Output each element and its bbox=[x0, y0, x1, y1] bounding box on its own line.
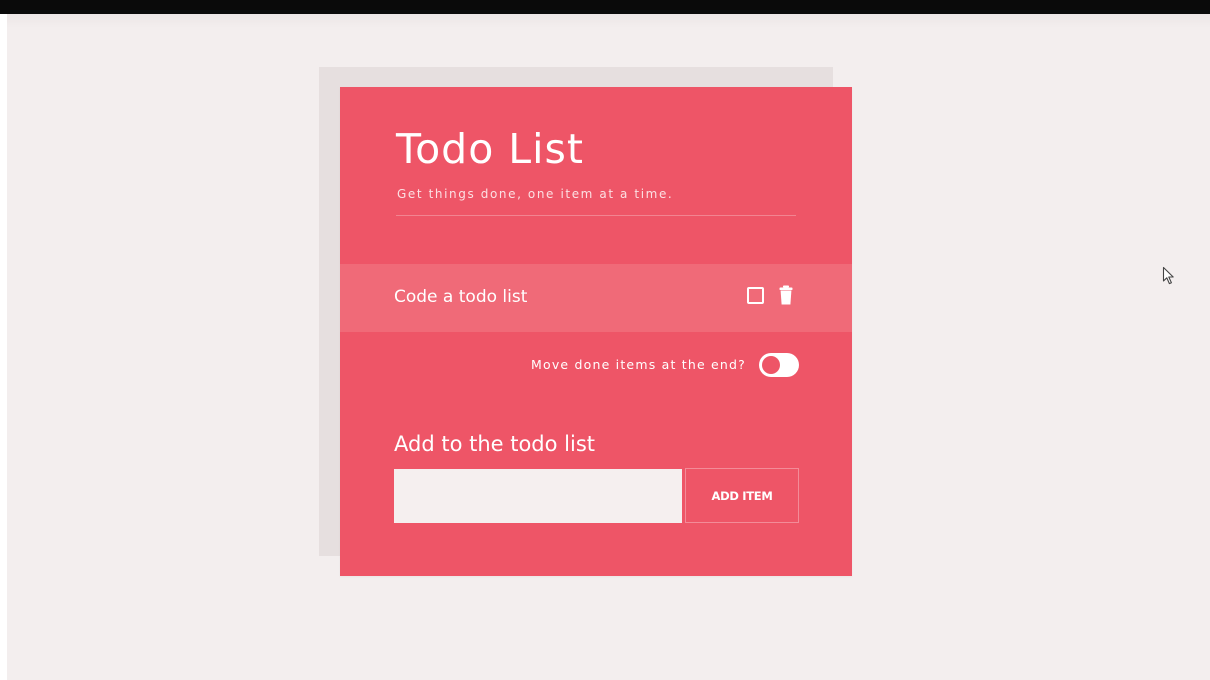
page-subtitle: Get things done, one item at a time. bbox=[397, 187, 674, 201]
checkbox-icon[interactable] bbox=[747, 287, 764, 304]
page-title: Todo List bbox=[396, 125, 584, 173]
header-divider bbox=[396, 215, 796, 216]
add-item-heading: Add to the todo list bbox=[394, 432, 596, 456]
window-top-bar bbox=[0, 0, 1210, 14]
toggle-knob bbox=[762, 356, 780, 374]
add-item-button[interactable]: ADD ITEM bbox=[685, 468, 799, 523]
todo-item: Code a todo list bbox=[340, 264, 852, 332]
trash-icon[interactable] bbox=[779, 285, 793, 305]
move-done-toggle-label: Move done items at the end? bbox=[531, 357, 746, 372]
top-bar-fade bbox=[0, 14, 1210, 28]
todo-card: Todo List Get things done, one item at a… bbox=[340, 87, 852, 576]
new-item-input[interactable] bbox=[394, 469, 682, 523]
cursor-arrow-icon bbox=[1162, 266, 1176, 286]
left-edge-strip bbox=[0, 14, 7, 680]
todo-item-label: Code a todo list bbox=[394, 287, 528, 307]
move-done-toggle[interactable] bbox=[759, 353, 799, 377]
